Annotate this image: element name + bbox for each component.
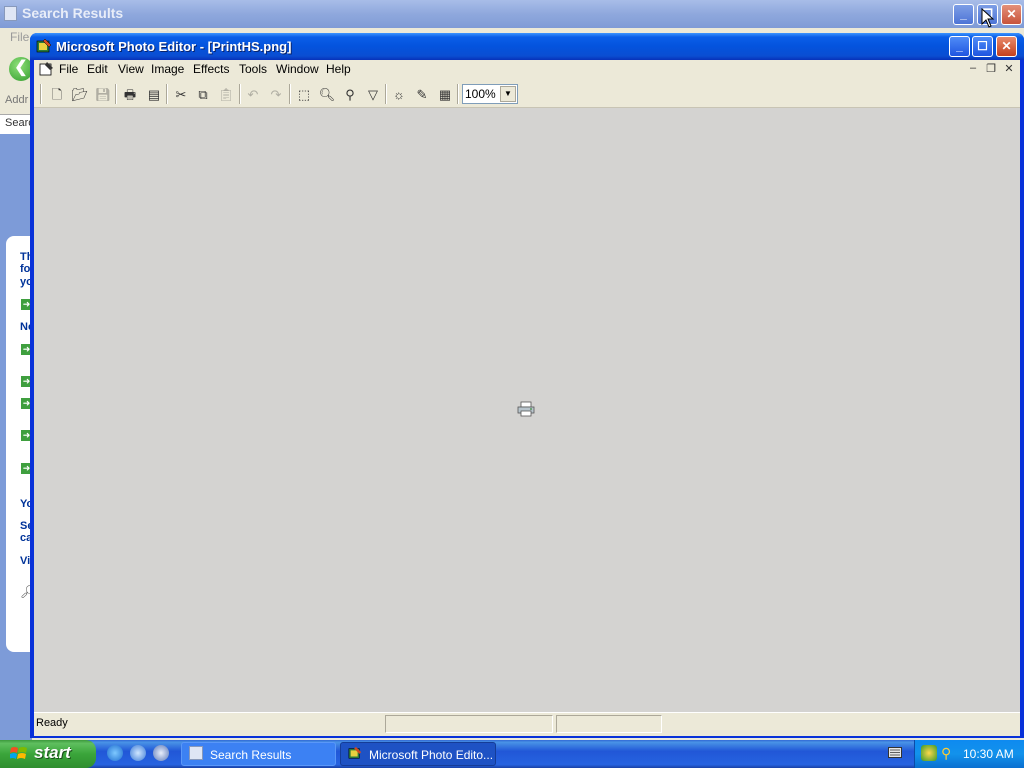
- printer-icon: [517, 401, 535, 417]
- status-pane: [556, 715, 662, 733]
- search-results-title: Search Results: [22, 5, 124, 21]
- status-text: Ready: [36, 717, 68, 729]
- task-label: Search Results: [210, 748, 292, 762]
- media-player-icon[interactable]: [153, 745, 169, 761]
- toolbar-grip: [40, 84, 42, 104]
- bg-minimize-button[interactable]: _: [953, 4, 974, 25]
- assistant-text: fo: [20, 263, 31, 275]
- select-icon[interactable]: ⬚: [294, 85, 314, 104]
- menu-window[interactable]: Window: [276, 62, 319, 76]
- bg-menu-file[interactable]: File: [10, 30, 29, 44]
- menu-edit[interactable]: Edit: [87, 62, 108, 76]
- redo-icon[interactable]: ↷: [266, 85, 286, 104]
- search-icon[interactable]: ⚲: [941, 745, 957, 761]
- photo-editor-app-icon: [36, 38, 52, 53]
- minimize-button[interactable]: _: [949, 36, 970, 57]
- assistant-text: Vi: [20, 555, 31, 567]
- pen-icon[interactable]: ✎: [412, 85, 432, 104]
- document-icon[interactable]: [38, 61, 54, 77]
- chevron-down-icon[interactable]: ▼: [500, 86, 516, 102]
- mouse-cursor-icon: [981, 8, 995, 28]
- menu-file[interactable]: File: [59, 62, 78, 76]
- network-icon[interactable]: [921, 745, 937, 761]
- toolbar-separator: [239, 84, 241, 104]
- task-label: Microsoft Photo Edito...: [369, 748, 494, 762]
- menu-tools[interactable]: Tools: [239, 62, 267, 76]
- toolbar-separator: [115, 84, 117, 104]
- taskbar-photo-editor[interactable]: Microsoft Photo Edito...: [340, 742, 496, 766]
- photo-editor-title: Microsoft Photo Editor - [PrintHS.png]: [56, 39, 292, 54]
- bg-address-label: Addr: [5, 94, 29, 106]
- menu-effects[interactable]: Effects: [193, 62, 229, 76]
- outlook-express-icon[interactable]: [130, 745, 146, 761]
- bg-close-button[interactable]: ✕: [1001, 4, 1022, 25]
- menu-view[interactable]: View: [118, 62, 144, 76]
- scan-icon[interactable]: ▤: [144, 85, 164, 104]
- search-window-icon: [4, 6, 17, 21]
- toolbar-separator: [166, 84, 168, 104]
- status-pane: [385, 715, 553, 733]
- undo-icon[interactable]: ↶: [243, 85, 263, 104]
- toolbar-separator: [385, 84, 387, 104]
- brightness-icon[interactable]: ☼: [389, 85, 409, 104]
- toolbar-separator: [457, 84, 459, 104]
- start-label: start: [34, 743, 71, 762]
- properties-icon[interactable]: ▦: [435, 85, 455, 104]
- maximize-button[interactable]: ☐: [972, 36, 993, 57]
- zoom-value: 100%: [465, 87, 496, 101]
- search-window-icon: [189, 746, 203, 760]
- new-icon[interactable]: 🗋︎: [47, 85, 67, 104]
- toolbar-separator: [289, 84, 291, 104]
- photo-editor-app-icon: [348, 746, 362, 759]
- mdi-minimize-button[interactable]: –: [966, 62, 980, 74]
- cut-icon[interactable]: ✂: [171, 85, 191, 104]
- print-icon[interactable]: 🖶︎: [120, 85, 140, 104]
- filter-icon[interactable]: ▽: [363, 85, 383, 104]
- save-icon[interactable]: 💾︎: [93, 85, 113, 104]
- menu-image[interactable]: Image: [151, 62, 184, 76]
- mdi-restore-button[interactable]: ❐: [984, 62, 998, 75]
- keyboard-icon[interactable]: [888, 747, 902, 758]
- copy-icon[interactable]: ⧉: [193, 85, 213, 104]
- internet-explorer-icon[interactable]: [107, 745, 123, 761]
- taskbar-search-results[interactable]: Search Results: [181, 742, 336, 766]
- clock[interactable]: 10:30 AM: [963, 747, 1014, 761]
- zoom-icon[interactable]: 🔍︎: [317, 85, 337, 104]
- paste-icon[interactable]: 📋︎: [216, 85, 236, 104]
- windows-logo-icon: [10, 747, 27, 759]
- open-icon[interactable]: 📂︎: [70, 85, 90, 104]
- stamp-icon[interactable]: ⚲: [340, 85, 360, 104]
- menu-help[interactable]: Help: [326, 62, 351, 76]
- mdi-close-button[interactable]: ✕: [1002, 62, 1016, 75]
- close-button[interactable]: ✕: [996, 36, 1017, 57]
- search-results-titlebar[interactable]: [0, 0, 1024, 28]
